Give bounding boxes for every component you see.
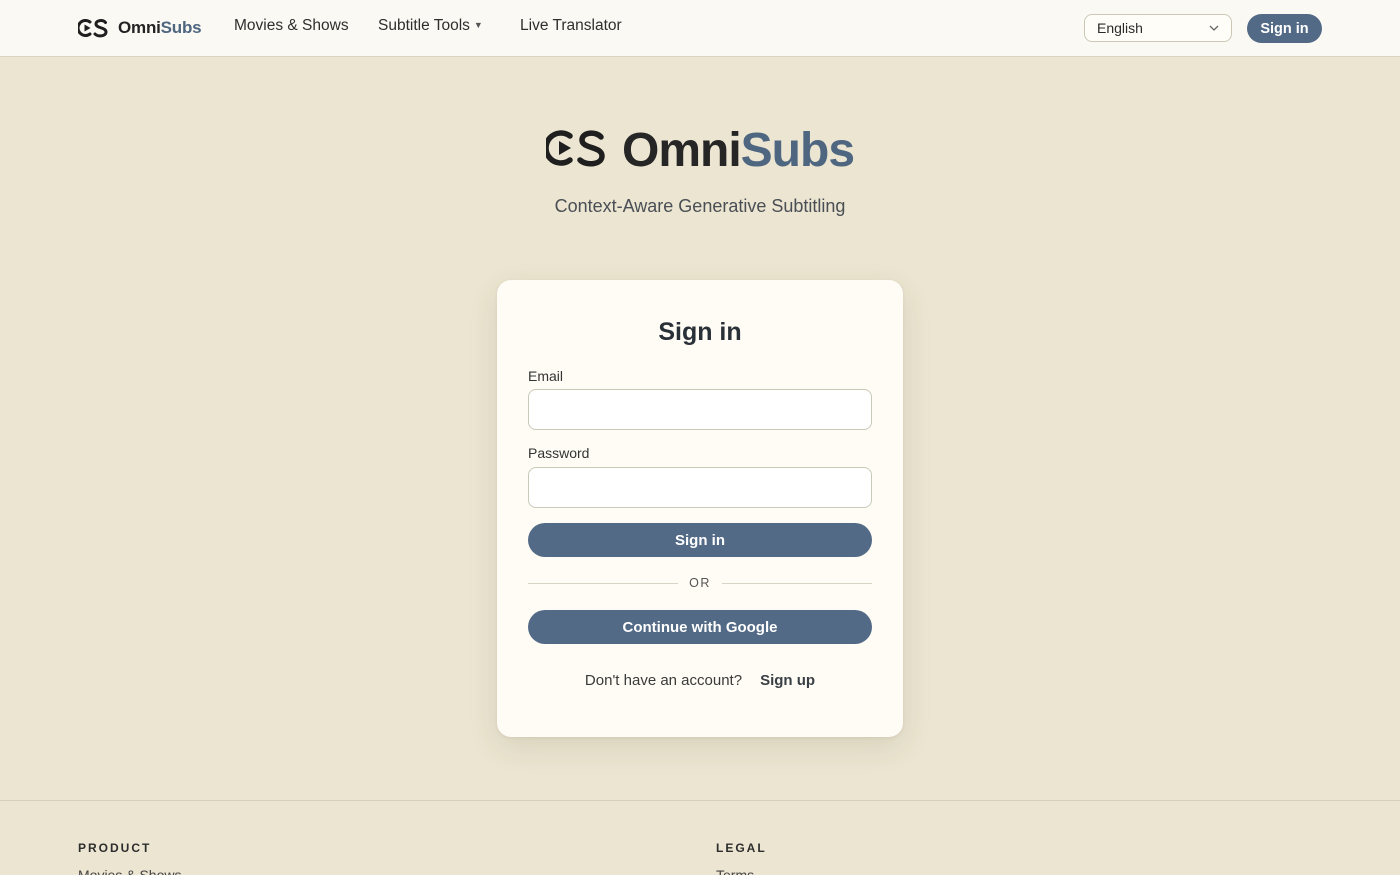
brand-name-omni: Omni xyxy=(118,18,161,37)
hero-brand-omni: Omni xyxy=(621,123,742,177)
footer-heading-product: PRODUCT xyxy=(78,841,152,855)
omnisubs-logo-icon xyxy=(78,18,109,38)
footer: PRODUCT Movies & Shows LEGAL Terms xyxy=(0,800,1400,875)
nav-live-translator[interactable]: Live Translator xyxy=(520,17,622,35)
signup-link[interactable]: Sign up xyxy=(760,672,815,689)
caret-down-icon: ▼ xyxy=(473,20,483,30)
footer-link-terms[interactable]: Terms xyxy=(716,867,754,875)
nav-subtitle-tools-dropdown[interactable]: Subtitle Tools ▼ xyxy=(378,17,483,35)
signin-title: Sign in xyxy=(658,318,742,346)
footer-heading-legal: LEGAL xyxy=(716,841,767,855)
brand-name: OmniSubs xyxy=(118,18,202,38)
password-label: Password xyxy=(528,445,590,461)
nav-movies-shows[interactable]: Movies & Shows xyxy=(234,17,349,35)
omnisubs-logo-icon xyxy=(543,128,608,173)
hero-brand-name: OmniSubs xyxy=(621,123,855,178)
language-select-value: English xyxy=(1097,20,1143,36)
hero-tagline: Context-Aware Generative Subtitling xyxy=(554,196,846,216)
top-navigation: OmniSubs Movies & Shows Subtitle Tools ▼ … xyxy=(0,0,1400,57)
signin-card: Sign in Email Password Sign in OR Contin… xyxy=(497,280,903,737)
password-field[interactable] xyxy=(528,467,872,508)
chevron-down-icon xyxy=(1209,25,1219,31)
nav-subtitle-tools-label: Subtitle Tools xyxy=(378,17,470,34)
brand-name-subs: Subs xyxy=(160,18,202,37)
header-signin-button[interactable]: Sign in xyxy=(1247,14,1322,43)
hero-brand: OmniSubs xyxy=(0,118,1400,182)
signup-prompt: Don't have an account? Sign up xyxy=(497,672,903,689)
brand-home-link[interactable]: OmniSubs xyxy=(78,16,202,40)
language-select[interactable]: English xyxy=(1084,14,1232,42)
no-account-text: Don't have an account? xyxy=(584,672,743,689)
or-divider: OR xyxy=(528,576,872,590)
divider-line-right xyxy=(722,583,872,584)
email-label: Email xyxy=(528,368,564,384)
hero-brand-subs: Subs xyxy=(740,123,855,177)
footer-link-movies-shows[interactable]: Movies & Shows xyxy=(78,867,181,875)
continue-with-google-button[interactable]: Continue with Google xyxy=(528,610,872,644)
signin-submit-button[interactable]: Sign in xyxy=(528,523,872,557)
email-field[interactable] xyxy=(528,389,872,430)
